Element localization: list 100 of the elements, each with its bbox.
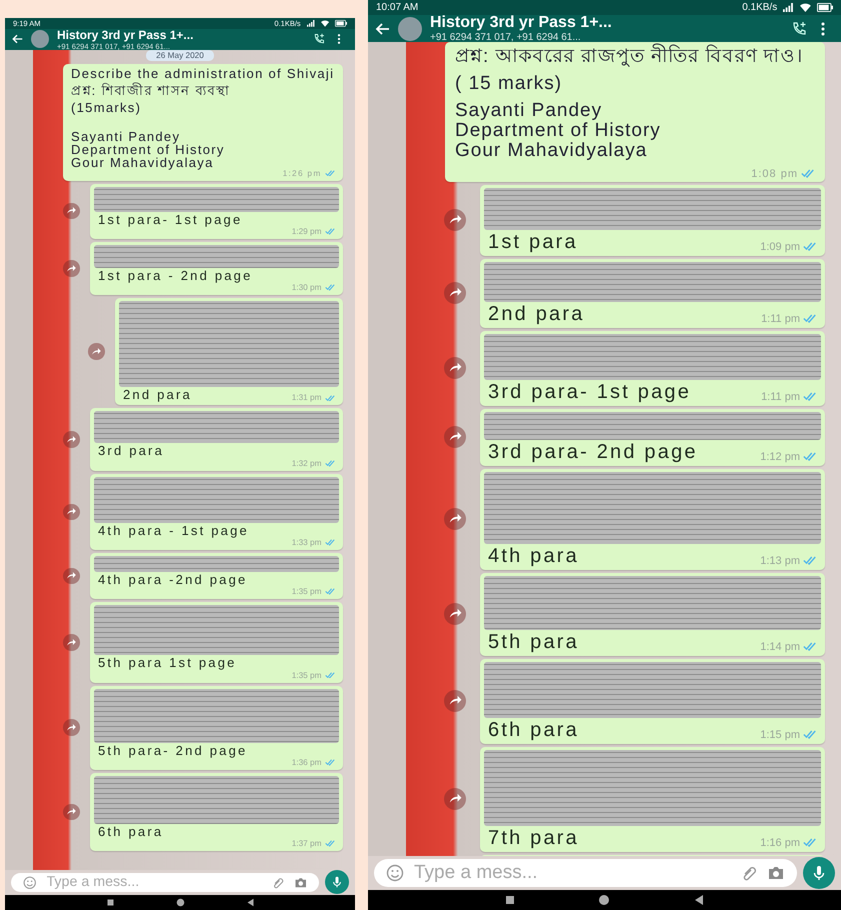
microphone-icon (811, 865, 827, 881)
forward-button[interactable] (444, 690, 466, 712)
group-avatar[interactable] (31, 30, 49, 48)
add-call-icon[interactable] (791, 20, 807, 36)
forward-button[interactable] (63, 260, 80, 277)
chat-title[interactable]: History 3rd yr Pass 1+... (430, 14, 783, 32)
forward-button[interactable] (444, 282, 466, 304)
add-call-icon[interactable] (313, 33, 325, 46)
image-caption: 4th para (488, 544, 579, 567)
home-icon[interactable] (598, 894, 610, 906)
image-message-bubble[interactable]: 1st para - 2nd page 1:30 pm (90, 242, 343, 296)
forward-button[interactable] (444, 209, 466, 232)
recent-apps-icon[interactable] (504, 894, 516, 906)
back-icon[interactable] (693, 894, 706, 906)
double-tick-icon (803, 242, 817, 252)
wifi-icon (800, 3, 811, 12)
camera-icon[interactable] (767, 864, 785, 882)
forward-button[interactable] (63, 568, 80, 584)
image-message-bubble[interactable]: 2nd para 1:11 pm (480, 258, 825, 328)
back-arrow-icon[interactable] (374, 20, 390, 36)
message-time: 1:36 pm (292, 758, 322, 767)
message-time: 1:32 pm (292, 458, 322, 468)
double-tick-icon (324, 460, 335, 467)
recent-apps-icon[interactable] (106, 898, 114, 907)
signal-icon (306, 20, 315, 27)
back-icon[interactable] (246, 898, 254, 907)
message-text: ( 15 marks) (455, 74, 564, 94)
network-speed: 0.1KB/s (742, 2, 778, 13)
image-message-bubble[interactable]: 2nd para 1:31 pm (115, 298, 343, 406)
image-message-bubble[interactable]: 1st para 1:09 pm (480, 184, 825, 256)
image-caption: 1st para - 2nd page (98, 268, 254, 284)
forward-button[interactable] (63, 719, 80, 736)
image-caption: 3rd para (98, 444, 166, 459)
image-caption: 1st para- 1st page (98, 212, 244, 227)
image-caption: 7th para (488, 826, 579, 849)
home-icon[interactable] (176, 898, 184, 907)
date-chip: 26 May 2020 (146, 50, 214, 60)
image-message-bubble[interactable]: 6th para 1:15 pm (480, 658, 825, 744)
emoji-icon[interactable] (386, 864, 404, 882)
chat-title[interactable]: History 3rd yr Pass 1+... (57, 28, 305, 42)
forward-button[interactable] (63, 504, 80, 520)
back-arrow-icon[interactable] (11, 33, 23, 46)
double-tick-icon (803, 838, 817, 848)
image-message-bubble[interactable]: 4th para -2nd page 1:35 pm (90, 552, 343, 600)
forward-button[interactable] (63, 634, 80, 651)
image-message-bubble[interactable]: 5th para 1:14 pm (480, 572, 825, 656)
message-time: 1:15 pm (760, 728, 800, 741)
message-input-field[interactable]: Type a mess... (11, 872, 319, 892)
image-caption: 5th para (488, 630, 579, 653)
image-caption: 2nd para (488, 302, 585, 325)
message-time: 1:37 pm (292, 839, 322, 848)
message-input-field[interactable]: Type a mess... (374, 859, 797, 887)
message-time: 1:11 pm (761, 390, 800, 403)
forward-button[interactable] (63, 202, 80, 220)
forward-button[interactable] (63, 431, 80, 448)
image-caption: 4th para -2nd page (98, 572, 248, 588)
double-tick-icon (803, 642, 817, 652)
paperclip-icon[interactable] (272, 876, 286, 889)
double-tick-icon (324, 394, 335, 402)
signal-icon (783, 3, 794, 12)
forward-button[interactable] (444, 426, 466, 448)
double-tick-icon (324, 539, 335, 546)
battery-icon (816, 3, 833, 12)
image-message-bubble[interactable]: 1st para- 1st page 1:29 pm (90, 184, 343, 239)
message-text: (15marks) (71, 100, 142, 114)
image-message-bubble[interactable]: 4th para 1:13 pm (480, 468, 825, 570)
image-caption: 4th para - 1st page (98, 524, 250, 538)
image-message-bubble[interactable]: 3rd para 1:32 pm (90, 408, 343, 471)
microphone-button[interactable] (325, 870, 349, 894)
message-time: 1:12 pm (760, 450, 800, 463)
image-caption: 6th para (488, 718, 579, 741)
camera-icon[interactable] (294, 876, 307, 889)
image-message-bubble[interactable]: 7th para 1:16 pm (480, 746, 825, 852)
forward-button[interactable] (444, 357, 466, 380)
image-message-bubble[interactable]: 5th para 1st page 1:35 pm (90, 602, 343, 683)
forward-button[interactable] (444, 788, 466, 810)
double-tick-icon (324, 672, 335, 678)
microphone-button[interactable] (803, 857, 835, 889)
image-message-bubble[interactable]: 3rd para- 1st page 1:11 pm (480, 330, 825, 406)
image-message-bubble[interactable]: 6th para 1:37 pm (90, 772, 343, 852)
image-caption: 3rd para- 1st page (488, 380, 692, 403)
paperclip-icon[interactable] (741, 864, 759, 882)
forward-button[interactable] (88, 343, 104, 360)
double-tick-icon (803, 314, 817, 324)
forward-button[interactable] (444, 603, 466, 626)
double-tick-icon (803, 452, 817, 462)
double-tick-icon (324, 170, 335, 176)
message-time: 1:09 pm (760, 240, 800, 253)
image-message-bubble[interactable]: 3rd para- 2nd page 1:12 pm (480, 408, 825, 466)
group-avatar[interactable] (398, 16, 422, 40)
image-message-bubble[interactable]: 4th para - 1st page 1:33 pm (90, 474, 343, 550)
emoji-icon[interactable] (23, 876, 36, 889)
forward-button[interactable] (63, 804, 80, 820)
forward-button[interactable] (444, 508, 466, 530)
message-time: 1:30 pm (292, 283, 322, 292)
message-time: 1:35 pm (292, 670, 322, 680)
message-time: 1:16 pm (760, 836, 800, 849)
image-message-bubble[interactable]: 5th para- 2nd page 1:36 pm (90, 686, 343, 770)
message-time: 1:13 pm (760, 554, 800, 567)
message-time: 1:26 pm (282, 168, 322, 178)
